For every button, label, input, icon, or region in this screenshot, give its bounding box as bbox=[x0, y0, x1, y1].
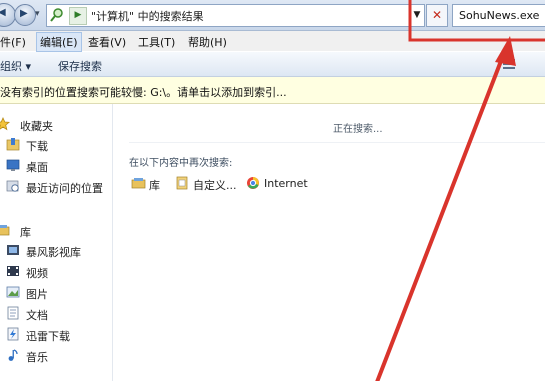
results-pane: 正在搜索... 在以下内容中再次搜索: 库 自定义... Internet bbox=[113, 104, 545, 381]
index-warning-infobar[interactable]: 没有索引的位置搜索可能较慢: G:\。请单击以添加到索引... bbox=[0, 77, 545, 104]
nav-favorites-label: 收藏夹 bbox=[20, 120, 53, 133]
forward-arrow-icon: ▶ bbox=[20, 8, 28, 19]
video-icon bbox=[7, 266, 19, 276]
nav-item-label: 图片 bbox=[26, 288, 48, 301]
nav-item-label: 下载 bbox=[26, 140, 48, 153]
recent-places-icon bbox=[6, 180, 19, 192]
nav-item-label: 最近访问的位置 bbox=[26, 182, 103, 195]
video-library-icon bbox=[7, 245, 19, 255]
desktop-icon bbox=[6, 159, 20, 171]
music-icon bbox=[8, 349, 18, 361]
documents-icon bbox=[7, 306, 19, 320]
download-folder-icon bbox=[6, 138, 20, 151]
address-toolbar: ◀ ▶ ▾ ▶ "计算机" 中的搜索结果 ▼ ✕ SohuNews.exe bbox=[0, 0, 545, 31]
search-query-text: SohuNews.exe bbox=[459, 9, 540, 22]
view-options-icon[interactable] bbox=[502, 58, 516, 70]
nav-libraries-label: 库 bbox=[20, 226, 31, 239]
nav-item-label: 暴风影视库 bbox=[26, 246, 81, 259]
search-results-icon bbox=[50, 8, 63, 22]
search-status: 正在搜索... bbox=[333, 124, 383, 135]
thunder-download-icon bbox=[7, 327, 19, 341]
nav-item-label: 文档 bbox=[26, 309, 48, 322]
nav-item-label: 视频 bbox=[26, 267, 48, 280]
pictures-icon bbox=[6, 286, 20, 298]
libraries-icon bbox=[0, 225, 10, 236]
menu-help[interactable]: 帮助(H) bbox=[188, 34, 227, 50]
address-field[interactable]: ▶ "计算机" 中的搜索结果 bbox=[46, 4, 412, 27]
organize-button[interactable]: 组织 ▾ bbox=[0, 58, 31, 74]
save-search-button[interactable]: 保存搜索 bbox=[58, 58, 102, 74]
location-label: 库 bbox=[149, 179, 160, 192]
address-dropdown-icon[interactable]: ▼ bbox=[410, 4, 425, 27]
stop-search-button[interactable]: ✕ bbox=[426, 4, 448, 27]
menu-bar: 件(F) 编辑(E) 查看(V) 工具(T) 帮助(H) bbox=[0, 31, 545, 52]
back-arrow-icon: ◀ bbox=[0, 7, 6, 18]
close-icon: ✕ bbox=[431, 8, 443, 22]
menu-file[interactable]: 件(F) bbox=[0, 34, 26, 50]
menu-tools[interactable]: 工具(T) bbox=[138, 34, 175, 50]
infobar-message: 没有索引的位置搜索可能较慢: G:\。请单击以添加到索引... bbox=[0, 86, 287, 99]
nav-item-label: 桌面 bbox=[26, 161, 48, 174]
library-icon bbox=[131, 178, 146, 189]
nav-item-label: 迅雷下载 bbox=[26, 330, 70, 343]
menu-edit[interactable]: 编辑(E) bbox=[36, 32, 82, 52]
breadcrumb-arrow-icon[interactable]: ▶ bbox=[69, 7, 87, 25]
custom-folder-icon bbox=[176, 176, 188, 190]
search-again-label: 在以下内容中再次搜索: bbox=[129, 158, 233, 169]
navigation-pane: 收藏夹 下载 桌面 最近访问的位置 库 暴风影视库 视频 图片 文档 迅雷下载 … bbox=[0, 104, 113, 381]
history-dropdown-icon[interactable]: ▾ bbox=[35, 9, 40, 19]
internet-icon bbox=[247, 177, 259, 189]
address-path-text: "计算机" 中的搜索结果 bbox=[91, 10, 204, 23]
favorites-star-icon bbox=[0, 117, 10, 131]
menu-view[interactable]: 查看(V) bbox=[88, 34, 126, 50]
nav-item-label: 音乐 bbox=[26, 351, 48, 364]
forward-button[interactable]: ▶ bbox=[14, 4, 36, 26]
location-label: 自定义... bbox=[193, 179, 237, 192]
command-bar: 组织 ▾ 保存搜索 bbox=[0, 52, 545, 77]
divider bbox=[129, 142, 545, 143]
location-label: Internet bbox=[264, 177, 308, 190]
search-input[interactable]: SohuNews.exe bbox=[452, 4, 545, 27]
